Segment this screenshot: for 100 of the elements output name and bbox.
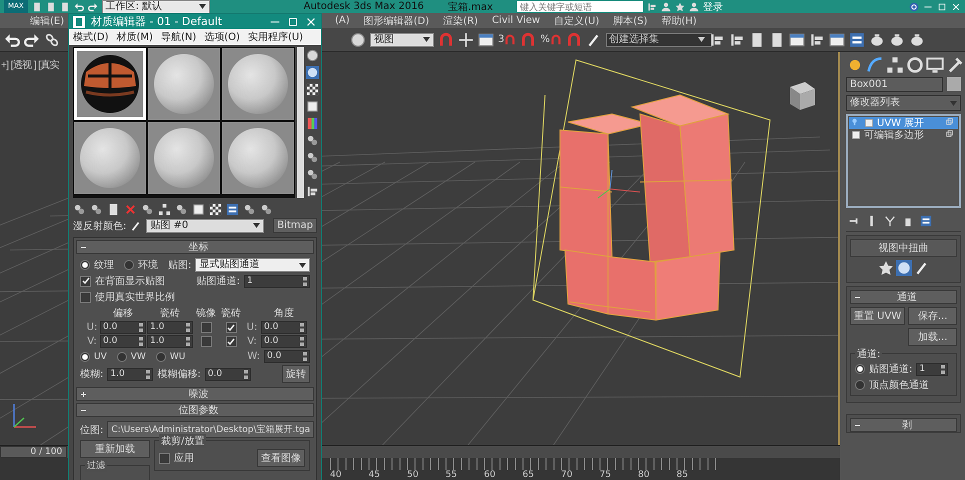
list-config-icon[interactable] [920,215,932,227]
reload-button[interactable]: 重新加载 [80,440,150,458]
square-icon[interactable] [192,203,205,216]
radio-button[interactable] [80,260,90,270]
menu-item[interactable]: (A) [335,15,350,26]
stack-item[interactable]: 可编辑多边形 [849,129,958,141]
menu-item[interactable]: 脚本(S) [613,14,648,28]
spheres-icon[interactable] [73,203,86,216]
spinner-field[interactable]: 1 [244,274,310,288]
checker-icon[interactable] [209,203,222,216]
panel-button[interactable]: 加载... [908,328,957,346]
close-icon[interactable] [305,16,317,28]
spinner-field[interactable]: 0.0 [100,335,146,348]
undo-icon[interactable] [4,32,20,48]
map-name-dropdown[interactable]: 贴图 #0 [146,218,264,232]
checkbox[interactable] [226,336,236,347]
document-icon[interactable] [107,203,120,216]
spinner-field[interactable]: 1.0 [107,368,154,380]
expand-icon[interactable] [80,390,87,398]
spinner-field[interactable]: 0.0 [261,321,307,334]
menu-item[interactable]: 导航(N) [160,30,196,44]
hierarchy-icon[interactable] [886,56,904,74]
spheres-icon[interactable] [90,203,103,216]
curve-icon[interactable] [866,56,884,74]
rollout-header[interactable]: 视图中扭曲 [850,239,957,257]
radio-button[interactable] [855,364,865,374]
disc-icon[interactable] [906,56,924,74]
monitor-icon[interactable] [926,56,944,74]
spheres-icon[interactable] [306,151,319,164]
radio-button[interactable] [116,352,127,362]
spheres-icon[interactable] [306,168,319,181]
teapot-icon[interactable] [868,32,885,48]
align-icon[interactable] [306,185,319,198]
time-slider[interactable]: 0 / 100 [0,446,68,458]
spheres-icon[interactable] [175,203,188,216]
sphere-icon[interactable] [896,260,912,276]
percent-snap-button[interactable]: % [540,34,562,46]
view-dropdown[interactable]: 视图 [370,32,434,46]
hammer-icon[interactable] [946,56,964,74]
square-icon[interactable] [306,100,319,113]
spheres-icon[interactable] [141,203,154,216]
viewport-label[interactable]: +] [透视 ] [真实 [1,58,60,72]
rollout-header[interactable]: 噪波 [76,387,314,401]
checkbox[interactable] [80,292,91,302]
rollout-header[interactable]: 坐标 [76,240,314,254]
redo-icon[interactable] [24,32,40,48]
rotate-button[interactable]: 旋转 [282,365,310,383]
move-arrows-icon[interactable] [458,32,474,48]
material-slot[interactable] [74,48,146,120]
view-cube-icon[interactable] [790,82,815,110]
sphere-icon[interactable] [306,49,319,62]
help-icon[interactable] [909,2,919,12]
menu-item[interactable]: 选项(O) [204,30,240,44]
document-icon[interactable] [60,2,70,12]
window-icon[interactable] [478,32,494,48]
search-field[interactable]: 键入关键字或短语 [516,1,643,12]
list-config-icon[interactable] [848,32,865,48]
mapping-dropdown[interactable]: 显式贴图通道 [195,258,310,272]
snap-toggle-button[interactable]: 3 [498,34,516,46]
person-icon[interactable] [688,2,699,12]
rollout-header[interactable]: 通道 [850,290,957,304]
menu-item[interactable]: 材质(M) [116,30,153,44]
align-icon[interactable] [728,32,745,48]
spheres-icon[interactable] [260,203,273,216]
panel-button[interactable]: 重置 UVW [850,307,906,325]
menu-item[interactable]: 帮助(H) [661,14,697,28]
modifier-stack-list[interactable]: UVW 展开 可编辑多边形 [846,114,961,208]
checkbox[interactable] [159,452,170,464]
spinner-field[interactable]: 0.0 [261,335,307,348]
checker-icon[interactable] [306,83,319,96]
maximize-icon[interactable] [287,16,299,28]
sphere-icon[interactable] [350,32,366,48]
menu-item[interactable]: Civil View [492,15,540,26]
spinner-field[interactable]: 0.0 [204,368,251,380]
undo-icon[interactable] [74,2,84,12]
radio-button[interactable] [124,260,134,270]
sphere-icon[interactable] [306,66,319,79]
chain-link-icon[interactable] [44,32,60,48]
spinner-field[interactable]: 1.0 [147,335,193,348]
menu-item[interactable]: 模式(D) [73,30,109,44]
checkbox[interactable] [200,322,212,333]
spinner-field[interactable]: 1.0 [147,321,193,334]
fork-icon[interactable] [884,215,896,227]
teapot-icon[interactable] [908,32,925,48]
person-icon[interactable] [660,2,671,12]
teapot-icon[interactable] [888,32,905,48]
radio-button[interactable] [156,352,166,362]
document-icon[interactable] [32,2,42,12]
rollout-header[interactable]: 位图参数 [76,403,314,417]
spinner-field[interactable]: 0.0 [264,350,310,363]
list-config-icon[interactable] [226,203,239,216]
vertical-scrollbar[interactable] [297,47,304,198]
menu-item[interactable]: 自定义(U) [554,14,600,28]
spheres-icon[interactable] [243,203,256,216]
modifier-list-dropdown[interactable]: 修改器列表 [846,95,961,111]
square-icon[interactable] [851,130,861,140]
color-swatch[interactable] [947,77,961,91]
window-icon[interactable] [828,32,845,48]
selection-set-field[interactable]: 创建选择集 [606,32,712,46]
menu-item[interactable]: 编辑(E) [30,14,64,28]
